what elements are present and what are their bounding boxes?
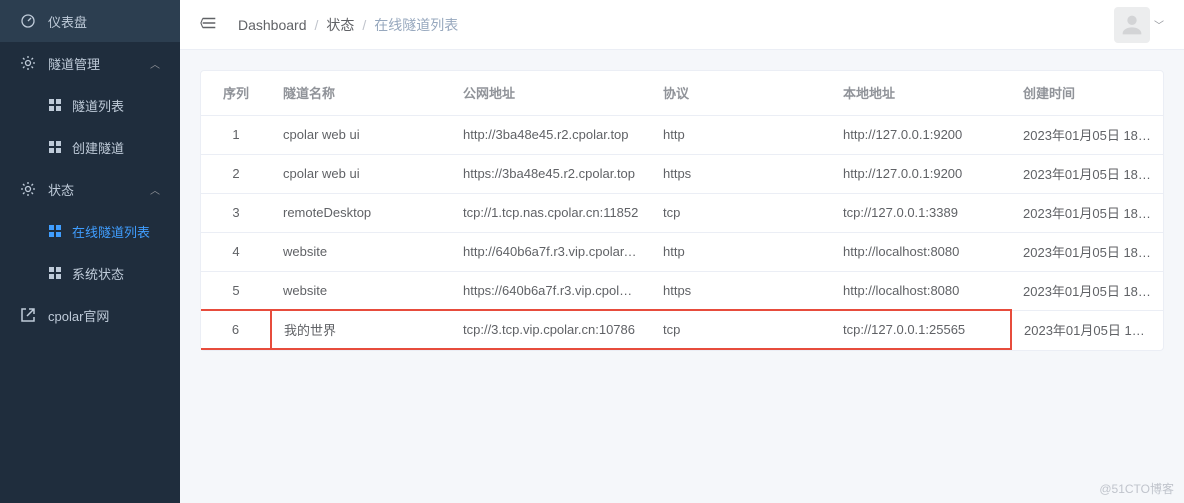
table-row[interactable]: 3remoteDesktoptcp://1.tcp.nas.cpolar.cn:… [201, 193, 1163, 232]
table-row[interactable]: 1cpolar web uihttp://3ba48e45.r2.cpolar.… [201, 115, 1163, 154]
cell-proto: tcp [651, 193, 831, 232]
sidebar-group-tunnel-manage[interactable]: 隧道管理 ︿ [0, 42, 180, 84]
grid-icon [48, 98, 62, 112]
cell-name: cpolar web ui [271, 115, 451, 154]
col-created: 创建时间 [1011, 71, 1163, 115]
sidebar-group-status[interactable]: 状态 ︿ [0, 168, 180, 210]
cell-proto: https [651, 271, 831, 310]
cell-public: tcp://1.tcp.nas.cpolar.cn:11852 [451, 193, 651, 232]
cell-proto: http [651, 232, 831, 271]
cell-public: tcp://3.tcp.vip.cpolar.cn:10786 [451, 310, 651, 349]
cell-created: 2023年01月05日 18时43分10秒 [1011, 193, 1163, 232]
cell-name: remoteDesktop [271, 193, 451, 232]
sidebar-item-label: 隧道列表 [72, 96, 124, 115]
cell-public: https://3ba48e45.r2.cpolar.top [451, 154, 651, 193]
menu-toggle-button[interactable] [200, 14, 218, 35]
chevron-up-icon: ︿ [150, 56, 160, 71]
sidebar-item-label: 隧道管理 [48, 54, 100, 73]
chevron-up-icon: ︿ [150, 182, 160, 197]
cell-name: website [271, 271, 451, 310]
avatar [1114, 7, 1150, 43]
cell-local: http://localhost:8080 [831, 271, 1011, 310]
cell-seq: 4 [201, 232, 271, 271]
sidebar-item-cpolar-site[interactable]: cpolar官网 [0, 294, 180, 336]
tunnel-table: 序列 隧道名称 公网地址 协议 本地地址 创建时间 1cpolar web ui… [201, 71, 1163, 350]
col-seq: 序列 [201, 71, 271, 115]
tunnel-table-card: 序列 隧道名称 公网地址 协议 本地地址 创建时间 1cpolar web ui… [200, 70, 1164, 351]
cell-public: https://640b6a7f.r3.vip.cpolar.cn [451, 271, 651, 310]
breadcrumb-item-current: 在线隧道列表 [374, 15, 458, 35]
cell-seq: 6 [201, 310, 271, 349]
gauge-icon [20, 13, 36, 29]
cell-local: tcp://127.0.0.1:3389 [831, 193, 1011, 232]
col-local: 本地地址 [831, 71, 1011, 115]
cell-public: http://3ba48e45.r2.cpolar.top [451, 115, 651, 154]
col-proto: 协议 [651, 71, 831, 115]
cell-proto: tcp [651, 310, 831, 349]
table-header-row: 序列 隧道名称 公网地址 协议 本地地址 创建时间 [201, 71, 1163, 115]
table-row[interactable]: 4websitehttp://640b6a7f.r3.vip.cpolar.cn… [201, 232, 1163, 271]
table-row[interactable]: 6我的世界tcp://3.tcp.vip.cpolar.cn:10786tcpt… [201, 310, 1163, 349]
breadcrumb-item[interactable]: 状态 [326, 15, 354, 35]
main-panel: Dashboard / 状态 / 在线隧道列表 ﹀ [180, 0, 1184, 503]
user-menu[interactable]: ﹀ [1114, 7, 1164, 43]
cell-local: http://127.0.0.1:9200 [831, 154, 1011, 193]
grid-icon [48, 224, 62, 238]
cell-proto: https [651, 154, 831, 193]
cell-name: 我的世界 [271, 310, 451, 349]
cell-created: 2023年01月05日 18时43分09秒 [1011, 154, 1163, 193]
breadcrumb: Dashboard / 状态 / 在线隧道列表 [238, 15, 1114, 35]
sidebar: 仪表盘 隧道管理 ︿ 隧道列表 创建隧道 [0, 0, 180, 503]
grid-icon [48, 266, 62, 280]
table-row[interactable]: 5websitehttps://640b6a7f.r3.vip.cpolar.c… [201, 271, 1163, 310]
sidebar-item-tunnel-list[interactable]: 隧道列表 [0, 84, 180, 126]
topbar: Dashboard / 状态 / 在线隧道列表 ﹀ [180, 0, 1184, 50]
sidebar-item-label: 在线隧道列表 [72, 222, 150, 241]
cell-name: website [271, 232, 451, 271]
cell-local: http://localhost:8080 [831, 232, 1011, 271]
sidebar-item-online-tunnels[interactable]: 在线隧道列表 [0, 210, 180, 252]
cell-seq: 5 [201, 271, 271, 310]
cell-created: 2023年01月05日 18时42分35秒 [1011, 271, 1163, 310]
sidebar-item-system-status[interactable]: 系统状态 [0, 252, 180, 294]
breadcrumb-separator: / [362, 17, 366, 33]
grid-icon [48, 140, 62, 154]
cell-seq: 2 [201, 154, 271, 193]
cell-seq: 3 [201, 193, 271, 232]
gear-icon [20, 181, 36, 197]
chevron-down-icon: ﹀ [1154, 17, 1164, 32]
cell-created: 2023年01月05日 18时42分35秒 [1011, 232, 1163, 271]
gear-icon [20, 55, 36, 71]
sidebar-item-label: 仪表盘 [48, 12, 87, 31]
cell-created: 2023年01月05日 18时48分45秒 [1011, 310, 1163, 349]
cell-seq: 1 [201, 115, 271, 154]
cell-public: http://640b6a7f.r3.vip.cpolar.cn [451, 232, 651, 271]
table-row[interactable]: 2cpolar web uihttps://3ba48e45.r2.cpolar… [201, 154, 1163, 193]
breadcrumb-separator: / [315, 17, 319, 33]
col-name: 隧道名称 [271, 71, 451, 115]
external-link-icon [20, 307, 36, 323]
sidebar-item-create-tunnel[interactable]: 创建隧道 [0, 126, 180, 168]
sidebar-item-dashboard[interactable]: 仪表盘 [0, 0, 180, 42]
sidebar-item-label: cpolar官网 [48, 306, 109, 325]
cell-local: http://127.0.0.1:9200 [831, 115, 1011, 154]
sidebar-item-label: 系统状态 [72, 264, 124, 283]
sidebar-item-label: 创建隧道 [72, 138, 124, 157]
cell-name: cpolar web ui [271, 154, 451, 193]
watermark: @51CTO博客 [1099, 480, 1174, 497]
col-public: 公网地址 [451, 71, 651, 115]
sidebar-item-label: 状态 [48, 180, 74, 199]
cell-created: 2023年01月05日 18时43分09秒 [1011, 115, 1163, 154]
breadcrumb-item[interactable]: Dashboard [238, 17, 307, 33]
cell-local: tcp://127.0.0.1:25565 [831, 310, 1011, 349]
cell-proto: http [651, 115, 831, 154]
